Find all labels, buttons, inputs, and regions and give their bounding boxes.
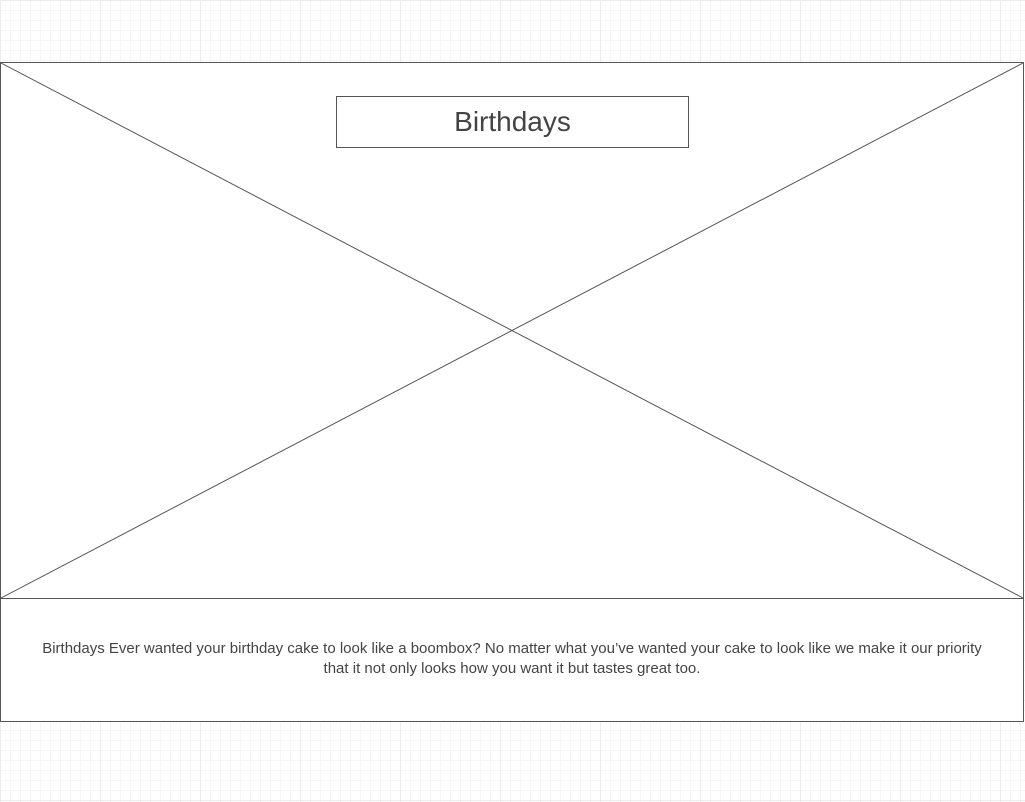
description-panel: Birthdays Ever wanted your birthday cake… bbox=[0, 599, 1024, 722]
wireframe-canvas: Birthdays Birthdays Ever wanted your bir… bbox=[0, 0, 1025, 802]
page-title: Birthdays bbox=[454, 106, 571, 137]
description-text: Birthdays Ever wanted your birthday cake… bbox=[42, 640, 982, 677]
title-box: Birthdays bbox=[336, 96, 689, 148]
